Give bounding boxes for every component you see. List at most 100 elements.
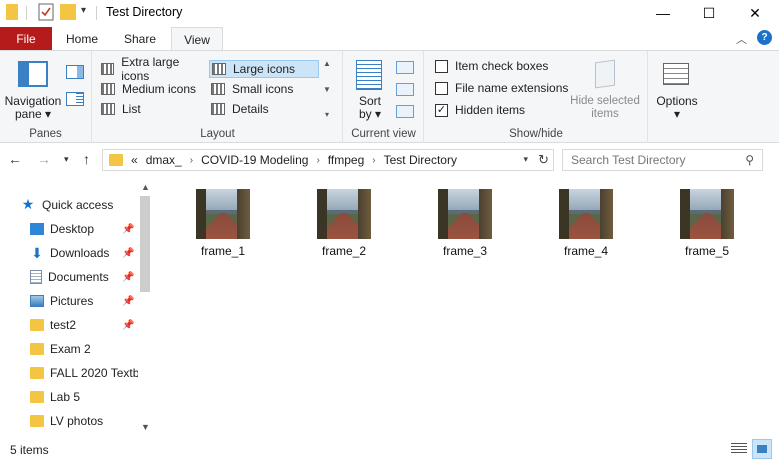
pin-icon[interactable]: 📌 — [122, 320, 134, 331]
list-icon — [101, 103, 115, 115]
recent-locations-button[interactable]: ▾ — [64, 154, 69, 165]
navigation-pane-icon[interactable] — [18, 61, 48, 87]
image-thumbnail — [680, 189, 734, 239]
large-icons-option[interactable]: Large icons — [209, 60, 319, 78]
checkbox[interactable] — [435, 59, 448, 73]
minimize-button[interactable]: — — [640, 0, 686, 26]
up-button[interactable]: ↑ — [83, 151, 90, 167]
sidebar-scrollbar[interactable]: ▲ ▼ — [138, 176, 154, 438]
ribbon: Navigation pane ▾ Panes Extra large icon… — [0, 50, 779, 143]
scrollbar-thumb[interactable] — [140, 196, 150, 292]
refresh-icon[interactable]: ↻ — [538, 152, 549, 168]
pin-icon[interactable]: 📌 — [122, 272, 134, 283]
scroll-up-icon[interactable]: ▲ — [323, 59, 331, 68]
tab-home[interactable]: Home — [56, 27, 108, 51]
group-by-icon[interactable] — [396, 61, 414, 74]
navigation-pane-button[interactable]: Navigation pane ▾ — [4, 95, 62, 121]
option-label: Small icons — [232, 82, 294, 96]
medium-icons-option[interactable]: Medium icons — [99, 80, 205, 98]
sidebar-item-label: Desktop — [50, 222, 95, 236]
details-pane-icon[interactable] — [66, 92, 84, 106]
breadcrumb-overflow[interactable]: « — [131, 153, 138, 167]
navigation-bar: ← → ▾ ↑ « dmax_ › COVID-19 Modeling › ff… — [0, 144, 779, 176]
image-thumbnail — [317, 189, 371, 239]
options-button[interactable]: Options ▾ — [651, 95, 703, 121]
group-label: Show/hide — [509, 128, 563, 140]
details-option[interactable]: Details — [209, 100, 315, 118]
sidebar-item-lab-5[interactable]: Lab 5 — [30, 386, 138, 408]
tab-file[interactable]: File — [0, 27, 52, 51]
scroll-up-icon[interactable]: ▲ — [141, 182, 150, 192]
breadcrumb-separator[interactable]: › — [372, 155, 375, 166]
back-button[interactable]: ← — [8, 151, 22, 167]
window-title: Test Directory — [106, 5, 183, 19]
file-item[interactable]: frame_2 — [289, 188, 399, 264]
scroll-down-icon[interactable]: ▼ — [323, 85, 331, 94]
details-view-icon[interactable] — [731, 443, 747, 455]
large-icons-view-icon[interactable] — [752, 439, 772, 459]
scroll-down-icon[interactable]: ▼ — [141, 422, 150, 432]
group-label: Panes — [29, 128, 62, 140]
group-label: Current view — [351, 128, 416, 140]
sidebar-item-label: Documents — [48, 270, 109, 284]
options-icon[interactable] — [663, 63, 689, 85]
customize-quick-access-button[interactable]: ▾ — [81, 5, 86, 16]
pin-icon[interactable]: 📌 — [122, 248, 134, 259]
hide-selected-icon — [595, 59, 615, 89]
search-input[interactable] — [563, 150, 733, 170]
list-option[interactable]: List — [99, 100, 205, 118]
file-item[interactable]: frame_3 — [410, 188, 520, 264]
checkbox-checked[interactable]: ✓ — [435, 103, 448, 117]
sidebar-item-label: test2 — [50, 318, 77, 332]
hidden-items-toggle[interactable]: ✓ Hidden items — [435, 103, 525, 117]
address-dropdown-icon[interactable]: ▾ — [523, 154, 528, 165]
tab-share[interactable]: Share — [114, 27, 166, 51]
sort-by-button[interactable]: Sort by ▾ — [352, 95, 388, 121]
help-icon[interactable]: ? — [757, 30, 772, 45]
add-columns-icon[interactable] — [396, 83, 414, 96]
pin-icon[interactable]: 📌 — [122, 296, 134, 307]
breadcrumb-dmax[interactable]: dmax_ — [146, 153, 182, 167]
pin-icon[interactable]: 📌 — [122, 224, 134, 235]
item-check-boxes-toggle[interactable]: Item check boxes — [435, 59, 548, 73]
file-item[interactable]: frame_4 — [531, 188, 641, 264]
breadcrumb-test-directory[interactable]: Test Directory — [384, 153, 457, 167]
preview-pane-icon[interactable] — [66, 65, 84, 79]
small-icons-option[interactable]: Small icons — [209, 80, 315, 98]
group-label: Layout — [200, 128, 235, 140]
breadcrumb-covid-modeling[interactable]: COVID-19 Modeling — [201, 153, 308, 167]
sidebar-item-label: Downloads — [50, 246, 110, 260]
new-folder-icon[interactable] — [60, 4, 76, 20]
file-name: frame_3 — [442, 244, 488, 258]
file-name: frame_2 — [321, 244, 367, 258]
file-name-extensions-toggle[interactable]: File name extensions — [435, 81, 568, 95]
checkbox-label: Item check boxes — [455, 59, 549, 73]
sort-icon[interactable] — [356, 60, 382, 90]
size-columns-icon[interactable] — [396, 105, 414, 118]
sidebar-item-lv-photos[interactable]: LV photos — [30, 410, 138, 432]
file-item[interactable]: frame_1 — [168, 188, 278, 264]
collapse-ribbon-icon[interactable]: ︿ — [736, 31, 747, 47]
checkbox[interactable] — [435, 81, 448, 95]
sidebar-item-exam-2[interactable]: Exam 2 — [30, 338, 138, 360]
image-thumbnail — [196, 189, 250, 239]
more-layouts-icon[interactable]: ▾ — [325, 110, 329, 119]
close-button[interactable]: ✕ — [732, 0, 778, 26]
folder-icon — [30, 391, 44, 403]
breadcrumb-separator[interactable]: › — [190, 155, 193, 166]
forward-button[interactable]: → — [37, 151, 51, 167]
breadcrumb-separator[interactable]: › — [316, 155, 319, 166]
sidebar-item-fall-2020-textbooks[interactable]: FALL 2020 Textbo — [30, 362, 138, 384]
file-name: frame_4 — [563, 244, 609, 258]
file-name: frame_1 — [200, 244, 246, 258]
file-item[interactable]: frame_5 — [652, 188, 762, 264]
maximize-button[interactable]: ☐ — [686, 0, 732, 26]
breadcrumb-ffmpeg[interactable]: ffmpeg — [328, 153, 364, 167]
search-icon[interactable]: ⚲ — [745, 153, 754, 167]
folder-icon — [30, 343, 44, 355]
extra-large-icons-option[interactable]: Extra large icons — [99, 55, 205, 83]
options-group: Options ▾ — [649, 51, 705, 143]
address-bar[interactable]: « dmax_ › COVID-19 Modeling › ffmpeg › T… — [102, 149, 554, 171]
properties-icon[interactable] — [38, 3, 54, 21]
tab-view[interactable]: View — [171, 27, 223, 52]
